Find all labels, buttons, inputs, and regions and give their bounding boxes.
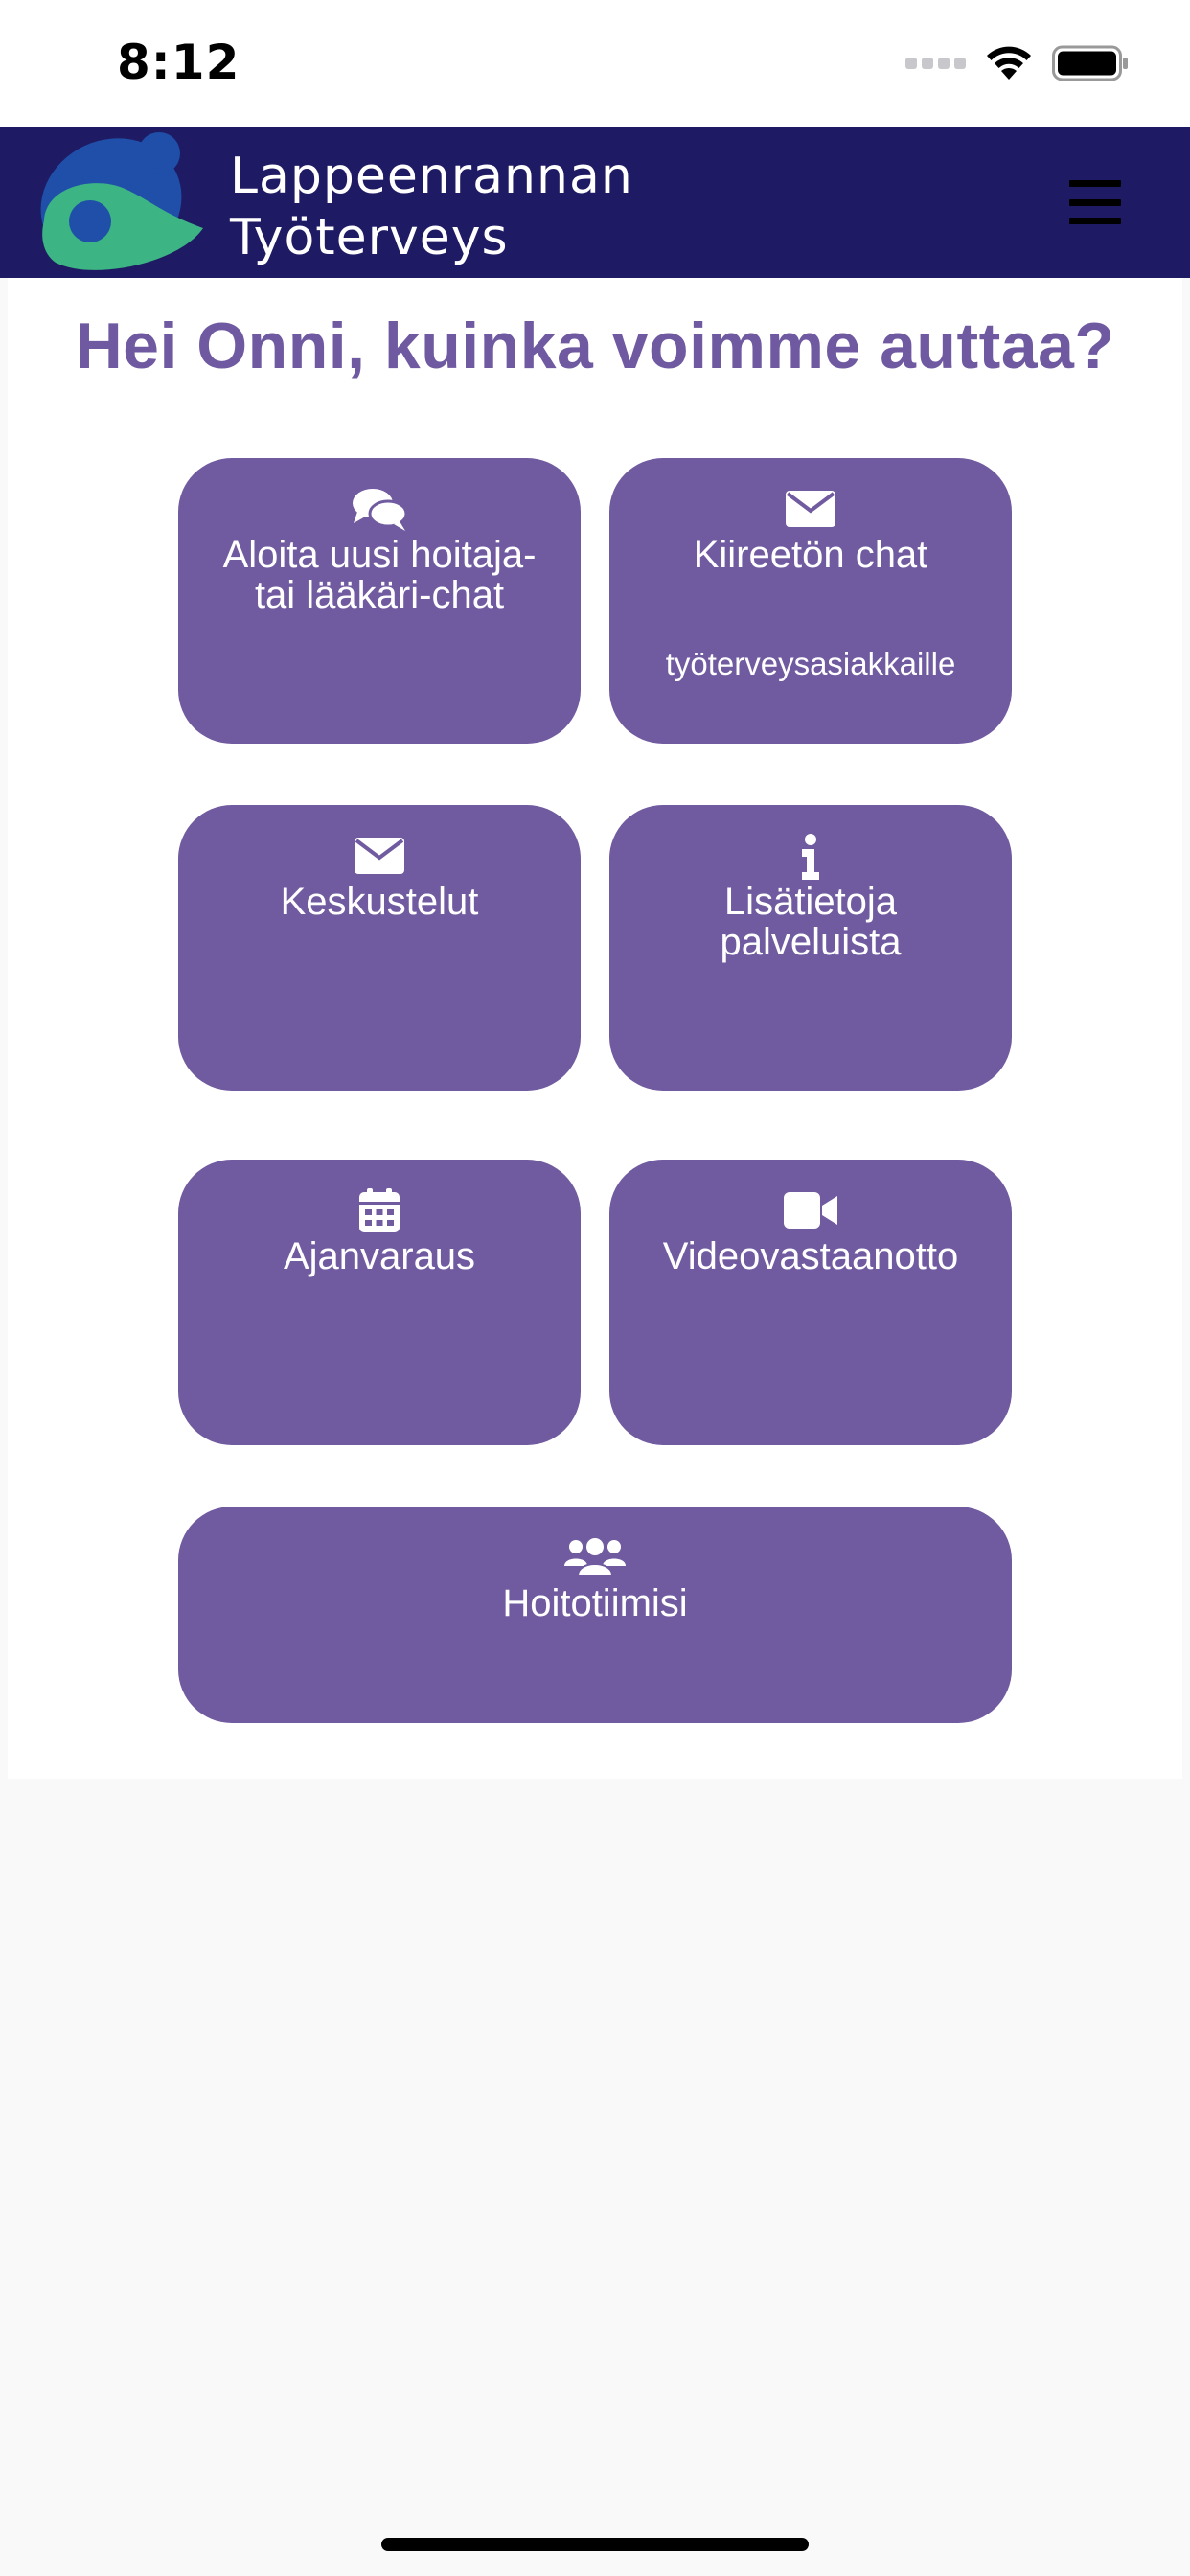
video-appointment-label: Videovastaanotto — [662, 1235, 959, 1277]
cellular-signal-icon — [905, 58, 966, 69]
users-icon — [178, 1535, 1012, 1579]
wifi-icon — [987, 46, 1031, 80]
info-icon — [609, 834, 1012, 880]
main-content: Hei Onni, kuinka voimme auttaa? Aloita u… — [8, 278, 1182, 1779]
hamburger-menu-button[interactable] — [1069, 176, 1121, 228]
conversations-button[interactable]: Keskustelut — [178, 805, 581, 1091]
brand-line-1: Lappeenrannan — [230, 148, 633, 205]
brand-line-2: Työterveys — [230, 209, 509, 266]
comments-icon — [178, 487, 581, 531]
page-title: Hei Onni, kuinka voimme auttaa? — [75, 310, 1115, 382]
non-urgent-chat-button[interactable]: Kiireetön chat työterveysasiakkaille — [609, 458, 1012, 744]
video-appointment-button[interactable]: Videovastaanotto — [609, 1160, 1012, 1445]
care-team-button[interactable]: Hoitotiimisi — [178, 1506, 1012, 1723]
service-info-button[interactable]: Lisätietoja palveluista — [609, 805, 1012, 1091]
hamburger-bar — [1069, 198, 1121, 206]
care-team-label: Hoitotiimisi — [502, 1582, 688, 1624]
new-chat-label-line1: Aloita uusi hoitaja- — [222, 534, 537, 576]
status-bar: 8:12 — [0, 0, 1190, 126]
home-indicator[interactable] — [381, 2538, 809, 2551]
status-time: 8:12 — [117, 34, 240, 90]
status-icons — [905, 40, 1129, 86]
battery-icon — [1052, 45, 1128, 81]
non-urgent-chat-label: Kiireetön chat — [693, 534, 928, 576]
hamburger-bar — [1069, 180, 1121, 187]
envelope-icon — [178, 834, 581, 878]
appointment-booking-label: Ajanvaraus — [283, 1235, 476, 1277]
conversations-label: Keskustelut — [280, 881, 479, 923]
appointment-booking-button[interactable]: Ajanvaraus — [178, 1160, 581, 1445]
new-chat-button[interactable]: Aloita uusi hoitaja- tai lääkäri-chat — [178, 458, 581, 744]
app-header: Lappeenrannan Työterveys — [0, 126, 1190, 278]
logo-icon — [40, 132, 203, 270]
service-info-label: Lisätietoja palveluista — [629, 882, 993, 962]
new-chat-label: Aloita uusi hoitaja- tai lääkäri-chat — [197, 535, 561, 615]
hamburger-bar — [1069, 218, 1121, 224]
service-info-label-line2: palveluista — [720, 921, 902, 963]
video-camera-icon — [609, 1188, 1012, 1232]
non-urgent-chat-sublabel: työterveysasiakkaille — [665, 646, 956, 681]
calendar-icon — [178, 1188, 581, 1232]
envelope-icon — [609, 487, 1012, 531]
brand-name: Lappeenrannan Työterveys — [230, 146, 633, 268]
service-info-label-line1: Lisätietoja — [723, 881, 898, 923]
new-chat-label-line2: tai lääkäri-chat — [254, 574, 505, 616]
